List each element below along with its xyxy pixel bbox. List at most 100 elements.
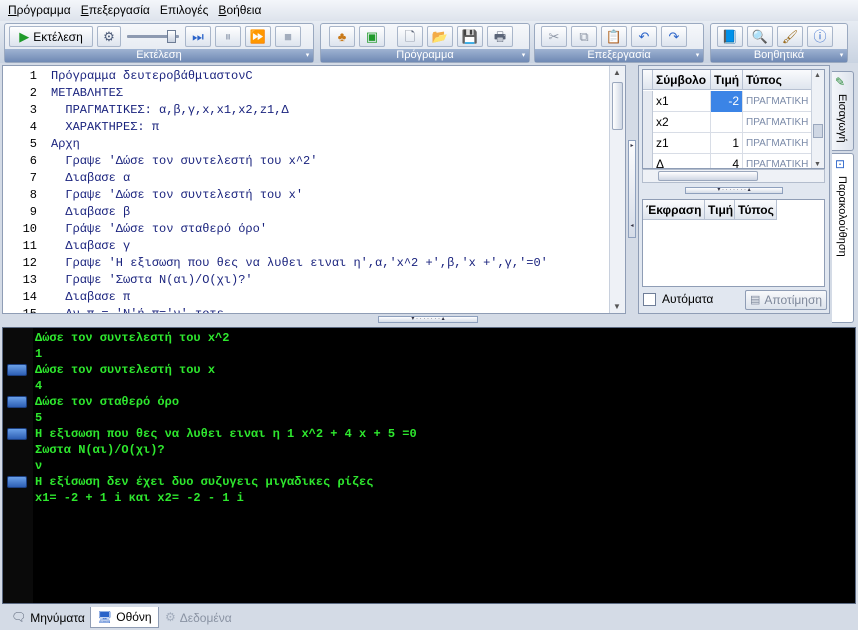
symbol-scroll-thumb[interactable] (813, 124, 823, 138)
book-button[interactable]: 📘 (717, 26, 743, 47)
paste-button[interactable]: 📋 (601, 26, 627, 47)
row-selector[interactable] (643, 133, 653, 154)
speed-slider[interactable] (127, 29, 179, 45)
scroll-down-icon[interactable]: ▼ (613, 302, 621, 311)
code-line[interactable]: 8 Γραψε 'Δώσε τον συντελεστή του x' (3, 187, 603, 204)
tools-button[interactable]: 🖌 (777, 26, 803, 47)
run-group-caption: Εκτέλεση (5, 49, 313, 62)
symbol-header-name[interactable]: Σύμβολο (653, 70, 711, 90)
undo-button[interactable]: ↶ (631, 26, 657, 47)
output-console[interactable]: Δώσε τον συντελεστή του x^2 1 Δώσε τον συν… (2, 327, 856, 604)
scroll-up-icon[interactable]: ▲ (613, 68, 621, 77)
row-selector[interactable] (643, 112, 653, 133)
fast-forward-button[interactable]: ⏩ (245, 26, 271, 47)
symbol-table-hscrollbar[interactable] (642, 169, 825, 183)
symbol-scroll-down-icon[interactable]: ▼ (814, 161, 821, 168)
pause-button[interactable]: ⏸ (215, 26, 241, 47)
symbol-row[interactable]: x2 ΠΡΑΓΜΑΤΙΚΗ (643, 112, 824, 133)
program-group-options-icon[interactable]: ▾ (519, 51, 528, 61)
code-line[interactable]: 13 Γραψε 'Σωστα Ν(αι)/Ο(χι)?' (3, 272, 603, 289)
symbol-header-type[interactable]: Τύπος (743, 70, 813, 90)
code-line[interactable]: 9 Διαβασε β (3, 204, 603, 221)
editor-vertical-scrollbar[interactable]: ▲ ▼ (609, 66, 625, 313)
editor-scroll-thumb[interactable] (612, 82, 623, 130)
code-line[interactable]: 1 Πρόγραμμα δευτεροβάθμιαστονC (3, 68, 603, 85)
symbol-cell-value[interactable]: 4 (711, 154, 743, 168)
code-line[interactable]: 11 Διαβασε γ (3, 238, 603, 255)
code-line[interactable]: 3 ΠΡΑΓΜΑΤΙΚΕΣ: α,β,γ,x,x1,x2,z1,Δ (3, 102, 603, 119)
symbol-cell-name[interactable]: x1 (653, 91, 711, 112)
copy-button[interactable]: ⧉ (571, 26, 597, 47)
code-line[interactable]: 15 Αν π = 'Ν'ή π='ν' τοτε (3, 306, 603, 313)
help-group-options-icon[interactable]: ▾ (837, 51, 846, 61)
console-splitter-grip[interactable]: ▾ · · · · · · · ▴ (378, 316, 478, 323)
symbol-cell-value[interactable] (711, 112, 743, 133)
code-line[interactable]: 2 ΜΕΤΑΒΛΗΤΕΣ (3, 85, 603, 102)
edit-group-options-icon[interactable]: ▾ (693, 51, 702, 61)
code-editor[interactable]: 1 Πρόγραμμα δευτεροβάθμιαστονC 2 ΜΕΤΑΒΛΗΤΕΣ… (2, 65, 626, 314)
side-panel-splitter-grip[interactable]: ▾ · · · · · · · ▴ (685, 187, 783, 194)
watch-header-expression[interactable]: Έκφραση (643, 200, 705, 220)
find-button[interactable]: 🔍 (747, 26, 773, 47)
save-button[interactable]: 💾 (457, 26, 483, 47)
auto-checkbox[interactable] (643, 292, 656, 306)
symbol-cell-type[interactable]: ΠΡΑΓΜΑΤΙΚΗ (743, 154, 813, 168)
symbol-cell-name[interactable]: z1 (653, 133, 711, 154)
code-line[interactable]: 10 Γράψε 'Δώσε τον σταθερό όρο' (3, 221, 603, 238)
symbol-cell-type[interactable]: ΠΡΑΓΜΑΤΙΚΗ (743, 91, 813, 112)
tab-messages[interactable]: 🗨 Μηνύματα (4, 607, 92, 628)
symbol-cell-value[interactable]: 1 (711, 133, 743, 154)
paste-icon: 📋 (605, 29, 623, 44)
tab-screen[interactable]: 🖥 Οθόνη (90, 607, 159, 628)
tab-data[interactable]: ⚙ Δεδομένα (158, 607, 239, 628)
slider-thumb[interactable] (167, 30, 176, 43)
code-line[interactable]: 5 Αρχη (3, 136, 603, 153)
side-splitter-grip[interactable]: ▸ ◂ (628, 140, 636, 238)
code-line[interactable]: 4 ΧΑΡΑΚΤΗΡΕΣ: π (3, 119, 603, 136)
stop-button[interactable]: ■ (275, 26, 301, 47)
code-line[interactable]: 14 Διαβασε π (3, 289, 603, 306)
symbol-cell-name[interactable]: Δ (653, 154, 711, 168)
symbol-cell-type[interactable]: ΠΡΑΓΜΑΤΙΚΗ (743, 112, 813, 133)
code-line[interactable]: 7 Διαβασε α (3, 170, 603, 187)
run-button[interactable]: ▶ Εκτέλεση (9, 26, 93, 47)
row-selector[interactable] (643, 91, 653, 112)
redo-button[interactable]: ↷ (661, 26, 687, 47)
flowchart-button[interactable]: ♣ (329, 26, 355, 47)
symbol-cell-name[interactable]: x2 (653, 112, 711, 133)
watch-icon: ⊡ (835, 157, 846, 171)
menu-edit[interactable]: Επεξεργασία (77, 0, 154, 21)
code-line[interactable]: 12 Γραψε 'Η εξισωση που θες να λυθει ειν… (3, 255, 603, 272)
auto-checkbox-row[interactable]: Αυτόματα (643, 292, 713, 306)
console-output-line: Δώσε τον συντελεστή του x^2 (35, 331, 230, 345)
symbol-cell-value[interactable]: -2 (711, 91, 743, 112)
watch-header-type[interactable]: Τύπος (735, 200, 777, 220)
menu-program[interactable]: Πρόγραμμα (4, 0, 75, 21)
print-button[interactable]: 🖶 (487, 26, 513, 47)
open-file-button[interactable]: 📂 (427, 26, 453, 47)
new-file-button[interactable]: 🗋 (397, 26, 423, 47)
run-group-options-icon[interactable]: ▾ (303, 51, 312, 61)
symbol-hscroll-thumb[interactable] (658, 171, 758, 181)
menu-options[interactable]: Επιλογές (156, 0, 213, 21)
symbol-table-scrollbar[interactable]: ▲ ▼ (811, 70, 824, 168)
symbol-cell-type[interactable]: ΠΡΑΓΜΑΤΙΚΗ (743, 133, 813, 154)
info-button[interactable]: ⓘ (807, 26, 833, 47)
symbol-scroll-up-icon[interactable]: ▲ (814, 72, 821, 79)
tab-input[interactable]: ✎ Εισαγωγή (832, 71, 854, 151)
evaluate-button[interactable]: ▤ Αποτίμηση (745, 290, 827, 310)
step-debug-button[interactable]: ⚙ (97, 26, 121, 47)
symbol-row[interactable]: Δ 4 ΠΡΑΓΜΑΤΙΚΗ (643, 154, 824, 168)
menu-help[interactable]: Βοήθεια (214, 0, 265, 21)
row-selector[interactable] (643, 154, 653, 168)
symbol-row[interactable]: x1 -2 ΠΡΑΓΜΑΤΙΚΗ (643, 91, 824, 112)
tab-watch[interactable]: ⊡ Παρακολούθηση (832, 153, 854, 323)
step-button[interactable]: ⏭ (185, 26, 211, 47)
console-output-line: Σωστα Ν(αι)/Ο(χι)? (35, 443, 165, 457)
cut-button[interactable]: ✂ (541, 26, 567, 47)
symbol-row[interactable]: z1 1 ΠΡΑΓΜΑΤΙΚΗ (643, 133, 824, 154)
code-line[interactable]: 6 Γραψε 'Δώσε τον συντελεστή του x^2' (3, 153, 603, 170)
symbol-header-value[interactable]: Τιμή (711, 70, 743, 90)
watch-header-value[interactable]: Τιμή (705, 200, 735, 220)
run-program-button[interactable]: ▣ (359, 26, 385, 47)
